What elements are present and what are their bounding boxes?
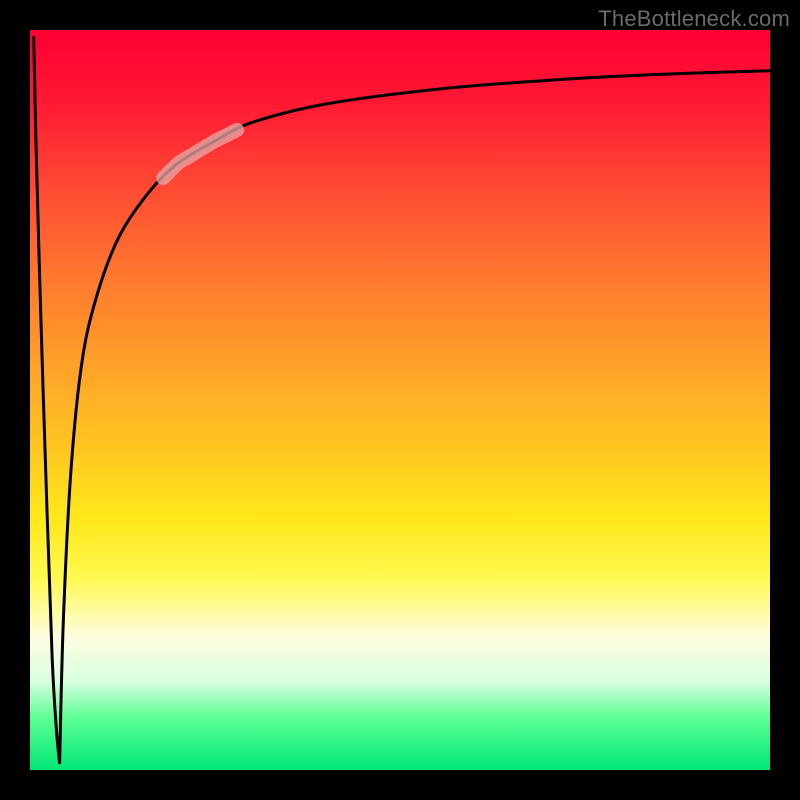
chart-frame: TheBottleneck.com: [0, 0, 800, 800]
curve-left-branch: [34, 37, 60, 762]
curve-layer: [30, 30, 770, 770]
watermark-text: TheBottleneck.com: [598, 6, 790, 32]
curve-highlight-segment: [163, 130, 237, 178]
